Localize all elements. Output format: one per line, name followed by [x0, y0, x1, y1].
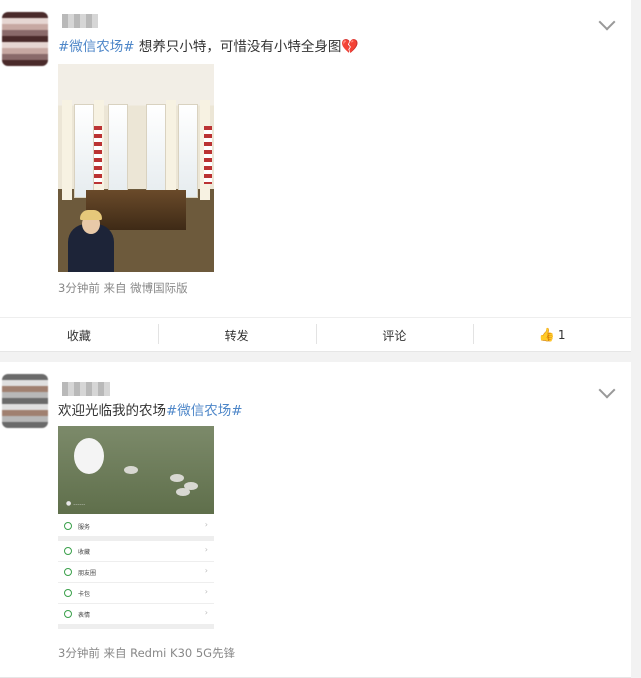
avatar[interactable]: [2, 12, 48, 66]
post-text: #微信农场# 想养只小特，可惜没有小特全身图💔: [58, 38, 359, 56]
username-blurred[interactable]: [62, 382, 110, 396]
post-card: #微信农场# 想养只小特，可惜没有小特全身图💔 3分钟前 来自 微博国际版 收藏…: [0, 0, 631, 352]
comment-button[interactable]: 评论: [315, 318, 474, 352]
post-image[interactable]: ● …… 服务 › 收藏 › 朋友圈 › 卡包 › 表情 ›: [58, 426, 214, 636]
post-image[interactable]: [58, 64, 214, 272]
chevron-down-icon[interactable]: [598, 13, 616, 31]
screenshot-row-label: 服务: [78, 524, 91, 531]
hashtag-link[interactable]: #微信农场#: [58, 39, 135, 55]
hashtag-link[interactable]: #微信农场#: [166, 403, 243, 419]
like-button[interactable]: 👍 1: [473, 318, 631, 352]
broken-heart-emoji: 💔: [341, 39, 359, 55]
post-card: 欢迎光临我的农场#微信农场# ● …… 服务 › 收藏 › 朋友圈 › 卡包 › 表情 ›…: [0, 362, 631, 678]
screenshot-row-label: 卡包: [78, 591, 91, 598]
post-body: 欢迎光临我的农场: [58, 403, 166, 419]
post-body: 想养只小特，可惜没有小特全身图: [134, 39, 342, 55]
avatar[interactable]: [2, 374, 48, 428]
post-meta: 3分钟前 来自 Redmi K30 5G先锋: [58, 646, 236, 660]
username-blurred[interactable]: [62, 14, 98, 28]
post-text: 欢迎光临我的农场#微信农场#: [58, 402, 243, 420]
thumbs-up-icon: 👍: [538, 327, 555, 343]
repost-button[interactable]: 转发: [157, 318, 316, 352]
screenshot-row-label: 收藏: [78, 549, 91, 556]
repost-label: 转发: [224, 328, 249, 343]
action-bar: 收藏 转发 评论 👍 1: [0, 317, 631, 352]
collect-label: 收藏: [66, 328, 91, 343]
comment-label: 评论: [382, 328, 407, 343]
screenshot-row-label: 朋友圈: [78, 570, 97, 577]
collect-button[interactable]: 收藏: [0, 318, 158, 352]
post-meta: 3分钟前 来自 微博国际版: [58, 281, 188, 295]
screenshot-row-label: 表情: [78, 612, 91, 619]
like-count: 1: [557, 328, 566, 342]
chevron-down-icon[interactable]: [598, 381, 616, 399]
